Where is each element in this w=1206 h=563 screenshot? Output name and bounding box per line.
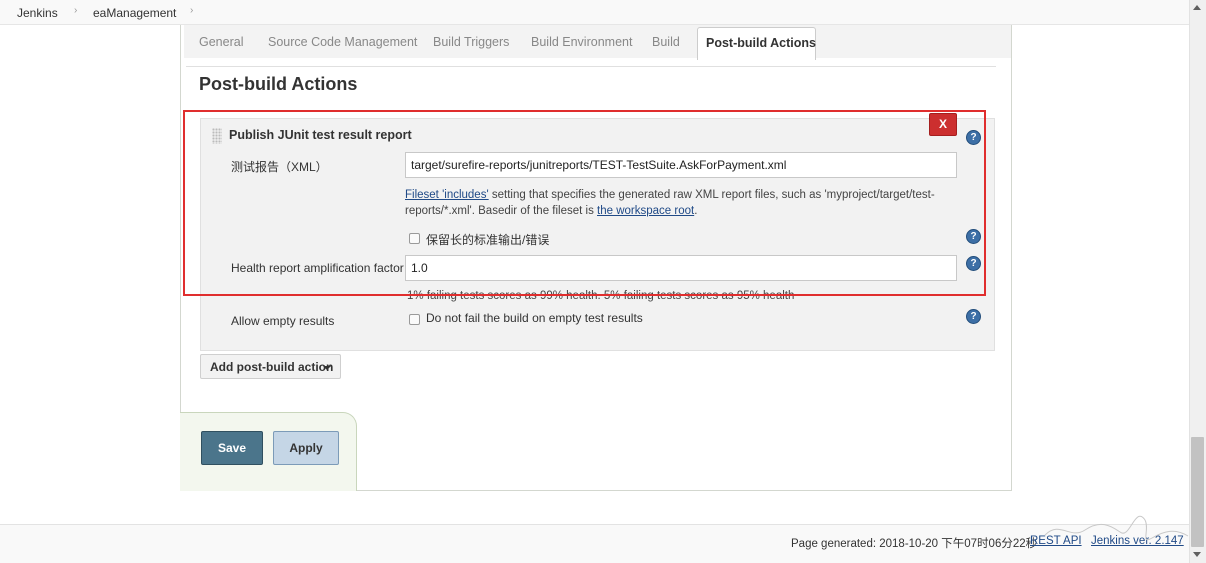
tab-general[interactable]: General bbox=[199, 35, 243, 49]
test-report-label: 测试报告（XML） bbox=[231, 160, 328, 174]
add-post-build-action-label: Add post-build action bbox=[210, 359, 334, 374]
health-factor-input[interactable] bbox=[405, 255, 957, 281]
fileset-includes-link[interactable]: Fileset 'includes' bbox=[405, 189, 489, 201]
breadcrumb-separator[interactable]: › bbox=[74, 5, 77, 16]
scroll-up-arrow-icon[interactable] bbox=[1193, 5, 1201, 10]
apply-button[interactable]: Apply bbox=[273, 431, 339, 465]
caret-down-icon bbox=[323, 366, 331, 370]
tab-post-build-actions[interactable]: Post-build Actions bbox=[697, 27, 816, 60]
scrollbar-thumb[interactable] bbox=[1191, 437, 1204, 547]
tab-build-triggers[interactable]: Build Triggers bbox=[433, 35, 509, 49]
rest-api-link[interactable]: REST API bbox=[1030, 535, 1082, 547]
allow-empty-label: Allow empty results bbox=[231, 314, 335, 328]
help-icon[interactable]: ? bbox=[966, 130, 981, 145]
tab-source-code-management[interactable]: Source Code Management bbox=[268, 35, 417, 49]
allow-empty-checkbox[interactable] bbox=[409, 314, 420, 325]
health-factor-description: 1% failing tests scores as 99% health. 5… bbox=[407, 290, 795, 302]
section-title: Post-build Actions bbox=[199, 74, 358, 94]
tab-divider bbox=[186, 66, 996, 67]
test-report-input[interactable] bbox=[405, 152, 957, 178]
breadcrumb-jenkins-link[interactable]: Jenkins bbox=[17, 6, 58, 20]
add-post-build-action-button[interactable]: Add post-build action bbox=[200, 354, 341, 379]
breadcrumb-separator[interactable]: › bbox=[190, 5, 193, 16]
tab-bar: General Source Code Management Build Tri… bbox=[184, 25, 1011, 58]
breadcrumb-project-link[interactable]: eaManagement bbox=[93, 6, 176, 20]
drag-handle-icon[interactable] bbox=[212, 128, 222, 144]
retain-long-stdio-checkbox[interactable] bbox=[409, 233, 420, 244]
tab-post-build-actions-label: Post-build Actions bbox=[706, 36, 816, 50]
tab-build-environment[interactable]: Build Environment bbox=[531, 35, 632, 49]
test-report-description-end: . bbox=[694, 205, 698, 217]
help-icon[interactable]: ? bbox=[966, 256, 981, 271]
retain-long-stdio-label[interactable]: 保留长的标准输出/错误 bbox=[426, 231, 549, 248]
delete-publisher-button[interactable]: X bbox=[929, 113, 957, 136]
page-generated-text: Page generated: 2018-10-20 下午07时06分22秒 bbox=[791, 538, 1038, 550]
save-button[interactable]: Save bbox=[201, 431, 263, 465]
allow-empty-checkbox-label[interactable]: Do not fail the build on empty test resu… bbox=[426, 311, 643, 325]
publisher-title: Publish JUnit test result report bbox=[229, 128, 412, 142]
health-factor-label: Health report amplification factor bbox=[231, 261, 404, 275]
scroll-down-arrow-icon[interactable] bbox=[1193, 552, 1201, 557]
test-report-description: Fileset 'includes' setting that specifie… bbox=[405, 187, 950, 219]
breadcrumb: Jenkins › eaManagement › bbox=[0, 0, 1189, 25]
jenkins-version-link[interactable]: Jenkins ver. 2.147 bbox=[1091, 535, 1184, 547]
help-icon[interactable]: ? bbox=[966, 309, 981, 324]
tab-build[interactable]: Build bbox=[652, 35, 680, 49]
help-icon[interactable]: ? bbox=[966, 229, 981, 244]
workspace-root-link[interactable]: the workspace root bbox=[597, 205, 694, 217]
